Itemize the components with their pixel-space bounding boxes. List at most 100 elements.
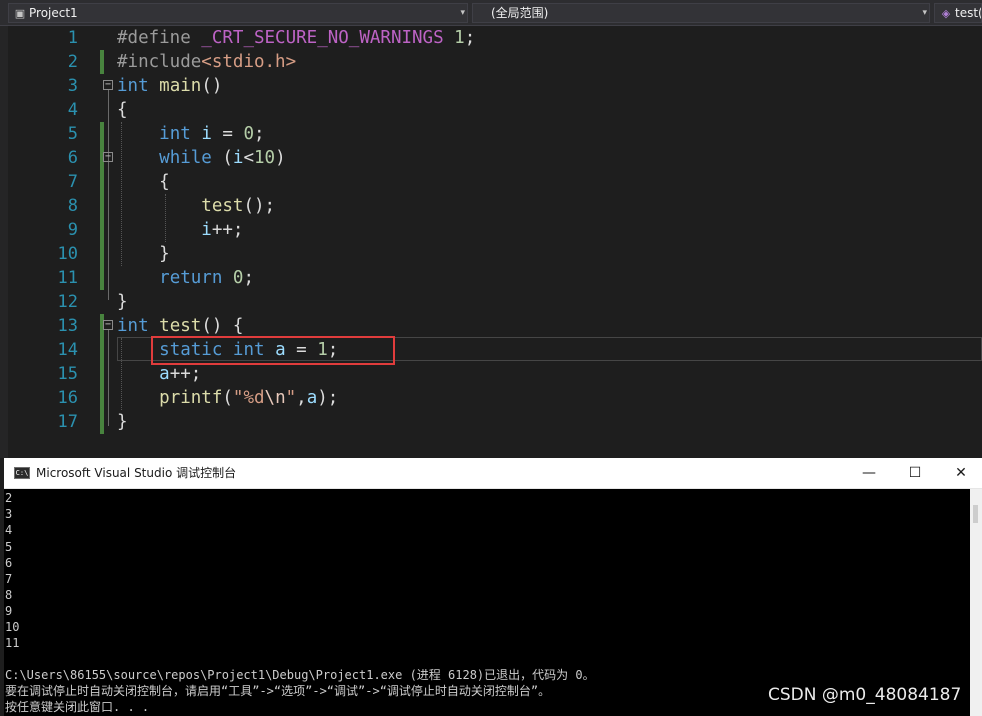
exit-status-line: C:\Users\86155\source\repos\Project1\Deb… (5, 668, 595, 682)
line-number: 14 (57, 340, 78, 360)
code-text: return 0; (159, 268, 255, 288)
line-number: 7 (67, 172, 78, 192)
code-line-11[interactable]: 11 return 0; (0, 266, 982, 290)
output-line: 4 (5, 523, 13, 537)
console-title: Microsoft Visual Studio 调试控制台 (36, 466, 237, 480)
change-marker (100, 386, 104, 410)
change-marker (100, 362, 104, 386)
code-text: while (i<10) (159, 148, 286, 168)
line-number: 1 (67, 28, 78, 48)
chevron-down-icon: ▾ (922, 8, 927, 18)
change-marker (100, 338, 104, 362)
change-marker (100, 410, 104, 434)
maximize-button[interactable]: ☐ (892, 458, 938, 489)
cpp-project-icon: ▣ (14, 7, 26, 20)
code-line-16[interactable]: 16 printf("%d\n",a); (0, 386, 982, 410)
code-line-10[interactable]: 10 } (0, 242, 982, 266)
output-line: 3 (5, 507, 13, 521)
change-marker (100, 122, 104, 146)
change-marker (100, 242, 104, 266)
code-line-15[interactable]: 15 a++; (0, 362, 982, 386)
output-line: 10 (5, 620, 20, 634)
line-number: 12 (57, 292, 78, 312)
member-dropdown[interactable]: ◈ test() (934, 3, 982, 23)
line-number: 4 (67, 100, 78, 120)
code-text: printf("%d\n",a); (159, 388, 339, 408)
code-line-17[interactable]: 17 } (0, 410, 982, 434)
editor-navigation-bar: ▣Project1 ▾ (全局范围) ▾ ◈ test() (0, 0, 982, 26)
line-number: 10 (57, 244, 78, 264)
code-line-14[interactable]: 14 static int a = 1; (0, 338, 982, 362)
code-text: i++; (201, 220, 244, 240)
csdn-watermark: CSDN @m0_48084187 (768, 685, 962, 705)
member-dropdown-label: test() (955, 6, 981, 20)
line-number: 5 (67, 124, 78, 144)
output-line: 9 (5, 604, 13, 618)
line-number: 3 (67, 76, 78, 96)
red-annotation-box (151, 336, 395, 365)
output-line: 11 (5, 636, 20, 650)
code-line-7[interactable]: 7 { (0, 170, 982, 194)
output-line: 5 (5, 540, 13, 554)
project-dropdown[interactable]: ▣ Project1 ▾ (8, 3, 468, 23)
code-text: { (117, 100, 128, 120)
project-dropdown-label: Project1 (29, 6, 78, 20)
code-line-5[interactable]: 5 int i = 0; (0, 122, 982, 146)
change-marker (100, 266, 104, 290)
output-line: 2 (5, 491, 13, 505)
code-text: int main() (117, 76, 223, 96)
collapse-icon[interactable]: − (103, 152, 113, 162)
line-number: 15 (57, 364, 78, 384)
line-number: 11 (57, 268, 78, 288)
console-app-icon: C:\ (14, 467, 30, 479)
code-line-6[interactable]: 6 − while (i<10) (0, 146, 982, 170)
console-output[interactable]: 2 3 4 5 6 7 8 9 10 11 C:\Users\86155\sou… (4, 489, 966, 716)
code-text: } (117, 412, 128, 432)
code-text: { (159, 172, 170, 192)
line-number: 2 (67, 52, 78, 72)
output-line: 6 (5, 556, 13, 570)
line-number: 6 (67, 148, 78, 168)
code-text: } (117, 292, 128, 312)
code-line-9[interactable]: 9 i++; (0, 218, 982, 242)
output-line: 7 (5, 572, 13, 586)
code-line-2[interactable]: 2 #include<stdio.h> (0, 50, 982, 74)
collapse-icon[interactable]: − (103, 320, 113, 330)
minimize-button[interactable]: — (846, 458, 892, 489)
change-marker (100, 50, 104, 74)
code-text: int test() { (117, 316, 244, 336)
code-text: int i = 0; (159, 124, 265, 144)
change-marker (100, 170, 104, 194)
change-marker (100, 194, 104, 218)
code-text: test(); (201, 196, 276, 216)
code-line-4[interactable]: 4 { (0, 98, 982, 122)
output-line: 8 (5, 588, 13, 602)
collapse-icon[interactable]: − (103, 80, 113, 90)
console-title-bar[interactable]: C:\ Microsoft Visual Studio 调试控制台 — ☐ ✕ (4, 458, 982, 489)
code-line-12[interactable]: 12 } (0, 290, 982, 314)
code-line-8[interactable]: 8 test(); (0, 194, 982, 218)
code-text: #include<stdio.h> (117, 52, 297, 72)
console-scrollbar[interactable] (970, 489, 982, 716)
debug-console-window: C:\ Microsoft Visual Studio 调试控制台 — ☐ ✕ … (4, 458, 982, 716)
close-button[interactable]: ✕ (938, 458, 982, 489)
code-text: } (159, 244, 170, 264)
scope-dropdown-label: (全局范围) (491, 6, 549, 20)
function-icon: ◈ (941, 7, 951, 20)
change-marker (100, 218, 104, 242)
chevron-down-icon: ▾ (460, 8, 465, 18)
code-editor[interactable]: 1 #define _CRT_SECURE_NO_WARNINGS 1; 2 #… (0, 26, 982, 458)
press-any-key-line: 按任意键关闭此窗口. . . (5, 700, 150, 714)
line-number: 8 (67, 196, 78, 216)
line-number: 16 (57, 388, 78, 408)
line-number: 9 (67, 220, 78, 240)
code-line-13[interactable]: 13 − int test() { (0, 314, 982, 338)
scope-dropdown[interactable]: (全局范围) ▾ (472, 3, 930, 23)
line-number: 13 (57, 316, 78, 336)
code-line-3[interactable]: 3 − int main() (0, 74, 982, 98)
auto-close-hint-line: 要在调试停止时自动关闭控制台，请启用“工具”->“选项”->“调试”->“调试停… (5, 684, 551, 698)
code-line-1[interactable]: 1 #define _CRT_SECURE_NO_WARNINGS 1; (0, 26, 982, 50)
code-text: #define _CRT_SECURE_NO_WARNINGS 1; (117, 28, 476, 48)
scrollbar-thumb[interactable] (973, 505, 978, 523)
line-number: 17 (57, 412, 78, 432)
